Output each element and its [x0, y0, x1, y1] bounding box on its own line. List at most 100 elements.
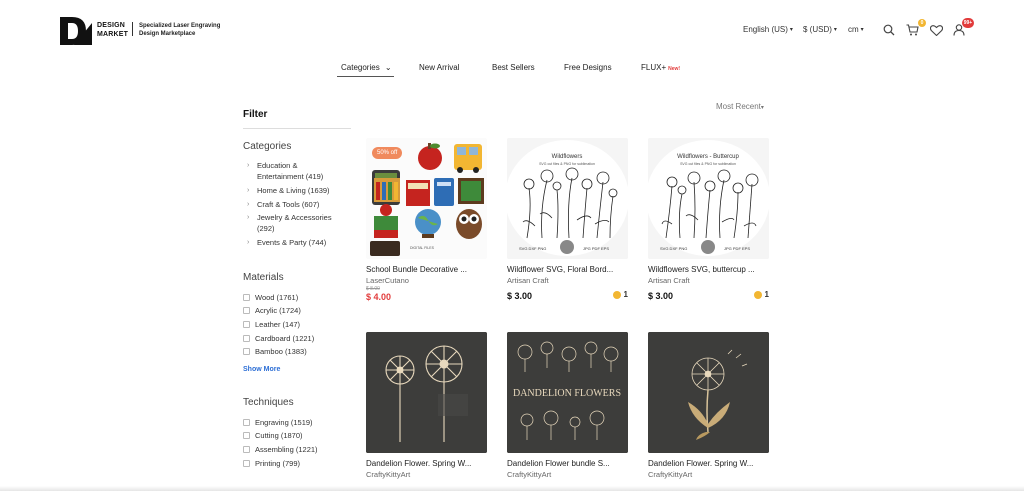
- logo-divider: [132, 22, 133, 36]
- scroll-shadow: [0, 486, 1024, 491]
- category-item[interactable]: › Craft & Tools (607): [247, 199, 357, 210]
- technique-option[interactable]: Engraving (1519): [243, 418, 313, 427]
- digital-files-caption: DIGITAL FILES: [410, 246, 435, 250]
- product-image[interactable]: [366, 332, 487, 453]
- checkbox[interactable]: [243, 294, 250, 301]
- checkbox[interactable]: [243, 335, 250, 342]
- nav-categories[interactable]: Categories ⌄: [337, 63, 394, 77]
- category-item[interactable]: › Jewelry & Accessories (292): [247, 212, 347, 234]
- filter-title: Filter: [243, 109, 268, 120]
- category-item[interactable]: › Events & Party (744): [247, 237, 357, 248]
- product-image[interactable]: DANDELION FLOWERS: [507, 332, 628, 453]
- checkbox[interactable]: [243, 348, 250, 355]
- chevron-down-icon: ▾: [860, 27, 864, 33]
- material-label: Leather (147): [255, 320, 301, 329]
- technique-option[interactable]: Cutting (1870): [243, 431, 303, 440]
- chevron-right-icon: ›: [247, 239, 250, 246]
- cart-icon[interactable]: [906, 24, 919, 36]
- product-card[interactable]: Dandelion Flower. Spring W... CraftyKitt…: [648, 332, 769, 479]
- technique-option[interactable]: Assembling (1221): [243, 445, 318, 454]
- art-title: Wildflowers - Buttercup: [677, 154, 739, 160]
- currency-select[interactable]: $ (USD) ▾: [803, 25, 837, 34]
- technique-option[interactable]: Printing (799): [243, 459, 300, 468]
- product-author[interactable]: CraftyKittyArt: [507, 470, 628, 479]
- product-image[interactable]: Wildflowers SVG cut files & PNG for subl…: [507, 138, 628, 259]
- art-subtitle: SVG cut files & PNG for sublimation: [680, 162, 736, 166]
- product-image[interactable]: DIGITAL FILES 50% off: [366, 138, 487, 259]
- tagline: Specialized Laser Engraving Design Marke…: [139, 22, 220, 38]
- product-card[interactable]: Dandelion Flower. Spring W... CraftyKitt…: [366, 332, 487, 479]
- product-card[interactable]: Wildflowers - Buttercup SVG cut files & …: [648, 138, 769, 301]
- logo-text-top: DESIGN: [97, 22, 126, 29]
- category-label: Jewelry & Accessories (292): [257, 213, 332, 233]
- search-icon[interactable]: [883, 24, 895, 36]
- checkbox[interactable]: [243, 460, 250, 467]
- checkbox[interactable]: [243, 307, 250, 314]
- language-select[interactable]: English (US) ▾: [743, 25, 793, 34]
- material-option[interactable]: Bamboo (1383): [243, 347, 307, 356]
- product-price: $ 3.00: [507, 291, 533, 301]
- art-subtitle: SVG cut files & PNG for sublimation: [539, 162, 595, 166]
- nav-free-designs[interactable]: Free Designs: [564, 63, 612, 72]
- checkbox[interactable]: [243, 446, 250, 453]
- product-image[interactable]: [648, 332, 769, 453]
- material-option[interactable]: Leather (147): [243, 320, 300, 329]
- nav-flux-plus[interactable]: FLUX+ New!: [641, 63, 680, 72]
- category-label: Education & Entertainment (419): [257, 161, 324, 181]
- sort-select[interactable]: Most Recent▾: [716, 102, 764, 111]
- site-header: DESIGN MARKET Specialized Laser Engravin…: [0, 0, 1024, 56]
- product-title[interactable]: Wildflowers SVG, buttercup ...: [648, 265, 769, 274]
- product-card[interactable]: DANDELION FLOWERS Dandelion Flower bundl…: [507, 332, 628, 479]
- chevron-down-icon: ⌄: [384, 63, 392, 72]
- chevron-right-icon: ›: [247, 187, 250, 194]
- logo-text: DESIGN MARKET: [97, 21, 128, 39]
- chevron-down-icon: ▾: [789, 27, 793, 33]
- product-author[interactable]: LaserCutano: [366, 276, 487, 285]
- product-title[interactable]: Wildflower SVG, Floral Bord...: [507, 265, 628, 274]
- checkbox[interactable]: [243, 419, 250, 426]
- material-option[interactable]: Acrylic (1724): [243, 306, 301, 315]
- product-author[interactable]: CraftyKittyArt: [648, 470, 769, 479]
- dandelion-spring-artwork: [648, 332, 769, 453]
- category-item[interactable]: › Education & Entertainment (419): [247, 160, 337, 182]
- heart-icon[interactable]: [930, 25, 943, 36]
- material-option[interactable]: Cardboard (1221): [243, 334, 314, 343]
- category-label: Events & Party (744): [257, 238, 327, 247]
- product-title[interactable]: School Bundle Decorative ...: [366, 265, 487, 274]
- logo-mark[interactable]: [60, 17, 92, 45]
- main-nav: Categories ⌄ New Arrival Best Sellers Fr…: [0, 60, 1024, 80]
- product-title[interactable]: Dandelion Flower. Spring W...: [366, 459, 487, 468]
- dandelion-bundle-artwork: DANDELION FLOWERS: [507, 332, 628, 453]
- nav-best-sellers[interactable]: Best Sellers: [492, 63, 535, 72]
- product-author[interactable]: Artisan Craft: [507, 276, 628, 285]
- techniques-title: Techniques: [243, 397, 294, 408]
- art-title: Wildflowers: [552, 154, 583, 160]
- tagline-line-2: Design Marketplace: [139, 31, 196, 37]
- unit-select[interactable]: cm ▾: [848, 25, 864, 34]
- checkbox[interactable]: [243, 432, 250, 439]
- checkbox[interactable]: [243, 321, 250, 328]
- material-option[interactable]: Wood (1761): [243, 293, 298, 302]
- art-formats-left: SVG DXF PNG: [660, 246, 687, 251]
- art-formats-left: SVG DXF PNG: [519, 246, 546, 251]
- product-card[interactable]: Wildflowers SVG cut files & PNG for subl…: [507, 138, 628, 301]
- coin-count: 1: [612, 290, 628, 299]
- materials-title: Materials: [243, 272, 284, 283]
- product-author[interactable]: Artisan Craft: [648, 276, 769, 285]
- show-more-link[interactable]: Show More: [243, 366, 280, 373]
- dandelion-artwork: [366, 332, 487, 453]
- art-formats-right: JPG PDF EPS: [583, 246, 609, 251]
- product-card[interactable]: DIGITAL FILES 50% off School Bundle Deco…: [366, 138, 487, 302]
- nav-flux-plus-label: FLUX+: [641, 63, 667, 72]
- technique-label: Printing (799): [255, 459, 301, 468]
- product-title[interactable]: Dandelion Flower. Spring W...: [648, 459, 769, 468]
- product-title[interactable]: Dandelion Flower bundle S...: [507, 459, 628, 468]
- cart-count-badge: 0: [918, 19, 926, 27]
- material-label: Acrylic (1724): [255, 306, 301, 315]
- category-item[interactable]: › Home & Living (1639): [247, 185, 357, 196]
- nav-new-arrival[interactable]: New Arrival: [419, 63, 459, 72]
- chevron-right-icon: ›: [247, 201, 250, 208]
- wildflower-artwork: Wildflowers SVG cut files & PNG for subl…: [507, 138, 628, 259]
- product-author[interactable]: CraftyKittyArt: [366, 470, 487, 479]
- product-image[interactable]: Wildflowers - Buttercup SVG cut files & …: [648, 138, 769, 259]
